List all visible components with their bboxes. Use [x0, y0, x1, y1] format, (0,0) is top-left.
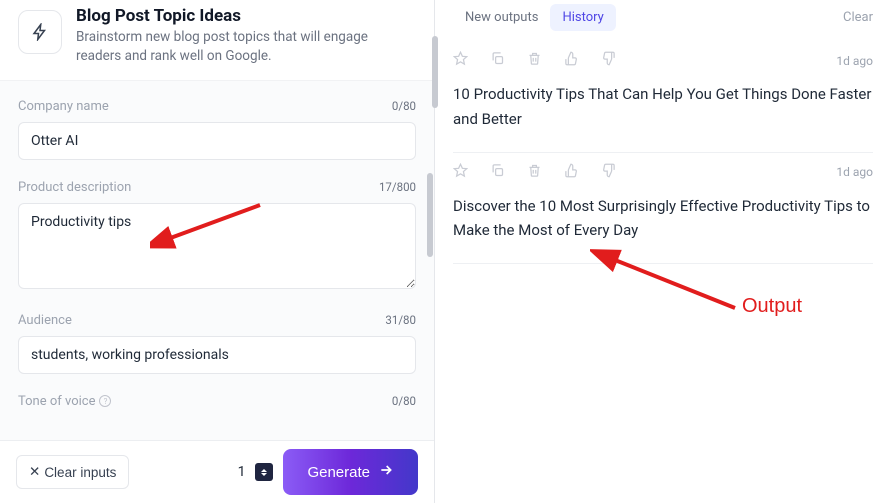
output-panel: New outputs History Clear 1d ago 10 Prod…	[435, 0, 883, 503]
product-description-group: Product description 17/800	[18, 180, 416, 293]
company-name-group: Company name 0/80	[18, 99, 416, 160]
delete-icon[interactable]	[527, 163, 542, 182]
output-text: 10 Productivity Tips That Can Help You G…	[453, 82, 873, 132]
clear-outputs-button[interactable]: Clear	[843, 10, 873, 25]
output-text: Discover the 10 Most Surprisingly Effect…	[453, 194, 873, 244]
company-name-label: Company name	[18, 99, 109, 114]
clear-inputs-label: Clear inputs	[44, 465, 116, 480]
company-name-count: 0/80	[392, 99, 416, 113]
footer-bar: ✕ Clear inputs 1 Generate	[0, 440, 434, 503]
product-description-count: 17/800	[379, 180, 416, 194]
tone-count: 0/80	[392, 394, 416, 408]
form-scroll-area[interactable]: Company name 0/80 Product description 17…	[0, 80, 434, 440]
chevron-up-icon[interactable]	[261, 469, 267, 472]
output-card[interactable]: 1d ago 10 Productivity Tips That Can Hel…	[453, 41, 873, 153]
copy-icon[interactable]	[490, 163, 505, 182]
tone-group: Tone of voice? 0/80	[18, 394, 416, 409]
help-icon[interactable]: ?	[99, 395, 111, 407]
audience-input[interactable]	[18, 336, 416, 374]
generate-button[interactable]: Generate	[283, 449, 418, 495]
tab-new-outputs[interactable]: New outputs	[453, 4, 550, 31]
input-panel: Blog Post Topic Ideas Brainstorm new blo…	[0, 0, 435, 503]
quantity-step-buttons[interactable]	[255, 463, 273, 481]
thumbs-up-icon[interactable]	[564, 51, 579, 70]
audience-group: Audience 31/80	[18, 313, 416, 374]
audience-label: Audience	[18, 313, 72, 328]
scrollbar-thumb[interactable]	[427, 173, 433, 257]
copy-icon[interactable]	[490, 51, 505, 70]
quantity-value: 1	[238, 464, 246, 480]
template-icon-lightning	[18, 10, 62, 54]
product-description-input[interactable]	[18, 203, 416, 289]
thumbs-down-icon[interactable]	[601, 163, 616, 182]
audience-count: 31/80	[385, 313, 416, 327]
arrow-right-icon	[378, 462, 394, 482]
generate-label: Generate	[307, 464, 370, 481]
close-icon: ✕	[29, 464, 40, 480]
output-timestamp: 1d ago	[836, 165, 873, 179]
clear-inputs-button[interactable]: ✕ Clear inputs	[16, 455, 129, 489]
output-card[interactable]: 1d ago Discover the 10 Most Surprisingly…	[453, 153, 873, 265]
product-description-label: Product description	[18, 180, 131, 195]
star-icon[interactable]	[453, 163, 468, 182]
scrollbar-thumb[interactable]	[432, 36, 438, 108]
template-title: Blog Post Topic Ideas	[76, 6, 416, 26]
template-header: Blog Post Topic Ideas Brainstorm new blo…	[0, 0, 434, 80]
star-icon[interactable]	[453, 51, 468, 70]
chevron-down-icon[interactable]	[261, 473, 267, 476]
tone-label: Tone of voice?	[18, 394, 111, 409]
output-timestamp: 1d ago	[836, 54, 873, 68]
output-tabs: New outputs History Clear	[453, 4, 873, 31]
delete-icon[interactable]	[527, 51, 542, 70]
company-name-input[interactable]	[18, 122, 416, 160]
thumbs-up-icon[interactable]	[564, 163, 579, 182]
tab-history[interactable]: History	[550, 4, 615, 31]
thumbs-down-icon[interactable]	[601, 51, 616, 70]
quantity-stepper[interactable]: 1	[238, 463, 274, 481]
template-subtitle: Brainstorm new blog post topics that wil…	[76, 28, 416, 66]
